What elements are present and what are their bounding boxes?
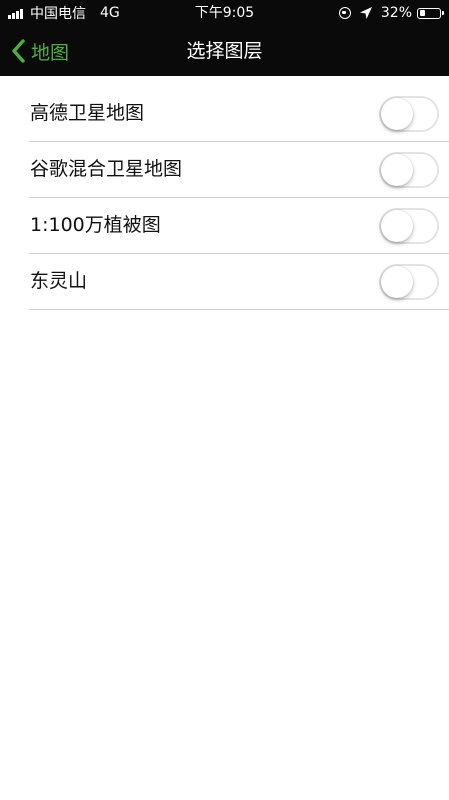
screen: 中国电信 4G 下午9:05 32% 地图 选择图层 高德卫星地图 谷歌混合卫星… [0, 0, 449, 800]
layer-toggle-switch[interactable] [379, 264, 439, 300]
layer-toggle-switch[interactable] [379, 208, 439, 244]
layer-label: 谷歌混合卫星地图 [30, 158, 183, 180]
layer-row: 1:100万植被图 [29, 198, 449, 254]
layer-row: 高德卫星地图 [29, 86, 449, 142]
status-bar: 中国电信 4G 下午9:05 32% [0, 0, 449, 26]
layer-row: 东灵山 [29, 254, 449, 310]
layer-label: 1:100万植被图 [30, 214, 161, 236]
location-arrow-icon [359, 7, 372, 19]
rotation-lock-icon [338, 7, 351, 19]
battery-icon [417, 7, 444, 19]
status-right: 32% [338, 4, 444, 22]
toggle-knob [381, 154, 413, 186]
navigation-bar: 地图 选择图层 [0, 26, 449, 76]
layer-label: 高德卫星地图 [30, 102, 145, 124]
toggle-knob [381, 266, 413, 298]
layer-row: 谷歌混合卫星地图 [29, 142, 449, 198]
layer-toggle-switch[interactable] [379, 152, 439, 188]
layer-label: 东灵山 [30, 270, 88, 292]
page-title: 选择图层 [186, 40, 263, 62]
layer-toggle-switch[interactable] [379, 96, 439, 132]
battery-fill [419, 10, 426, 16]
layer-list: 高德卫星地图 谷歌混合卫星地图 1:100万植被图 东灵山 [0, 86, 449, 310]
battery-percent: 32% [380, 5, 412, 21]
toggle-knob [381, 98, 413, 130]
toggle-knob [381, 210, 413, 242]
